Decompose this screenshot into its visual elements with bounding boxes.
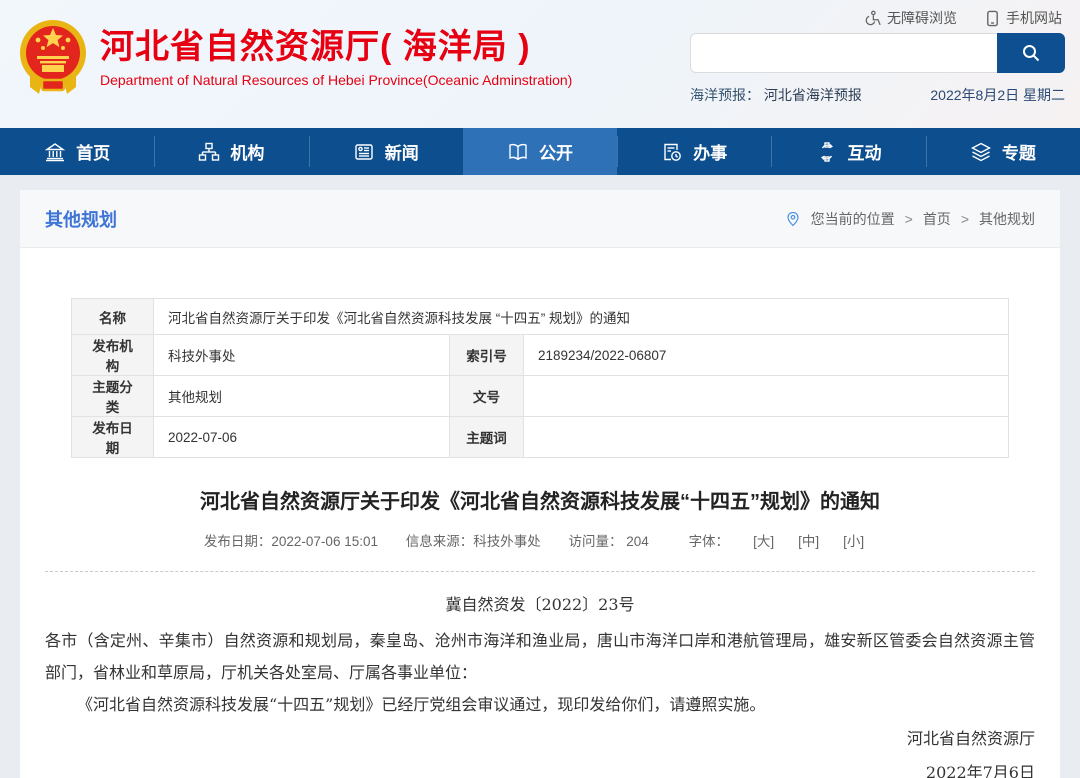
content-container: 其他规划 您当前的位置 > 首页 > 其他规划 名称 河北省自然资源厅关于印发《… [20, 190, 1060, 778]
location-pin-icon [785, 211, 801, 227]
font-size-medium-button[interactable]: [中] [798, 534, 819, 549]
publisher-value: 科技外事处 [154, 335, 450, 376]
breadcrumb-separator: > [961, 211, 969, 227]
layers-icon [970, 141, 992, 163]
table-row: 发布日期 2022-07-06 主题词 [72, 417, 1009, 458]
nav-label: 互动 [848, 139, 882, 164]
article-meta: 发布日期：2022-07-06 15:01 信息来源：科技外事处 访问量： 20… [20, 530, 1060, 550]
category-label: 主题分类 [72, 376, 154, 417]
site-header: 河北省自然资源厅( 海洋局 ) Department of Natural Re… [0, 0, 1080, 128]
accessibility-label: 无障碍浏览 [887, 8, 957, 28]
meta-source: 信息来源：科技外事处 [406, 534, 541, 549]
meta-font-label: 字体： [大] [中] [小] [677, 534, 877, 549]
china-national-emblem-logo [16, 18, 90, 98]
nav-label: 专题 [1002, 139, 1036, 164]
index-value: 2189234/2022-06807 [524, 335, 1009, 376]
pubdate-label: 发布日期 [72, 417, 154, 458]
quick-links: 无障碍浏览 手机网站 [864, 8, 1062, 28]
keywords-value [524, 417, 1009, 458]
category-value: 其他规划 [154, 376, 450, 417]
font-size-large-button[interactable]: [大] [753, 534, 774, 549]
breadcrumb-separator: > [905, 211, 913, 227]
document-clock-icon [661, 141, 683, 163]
mobile-site-link[interactable]: 手机网站 [985, 8, 1062, 28]
accessibility-link[interactable]: 无障碍浏览 [864, 8, 957, 28]
org-chart-icon [198, 141, 220, 163]
nav-item-interact[interactable]: 互动 [771, 128, 925, 175]
paragraph-body: 《河北省自然资源科技发展“十四五”规划》已经厅党组会审议通过，现印发给你们，请遵… [45, 689, 1035, 721]
mobile-phone-icon [985, 10, 1000, 27]
header-date: 2022年8月2日 星期二 [930, 85, 1065, 105]
paragraph-recipients: 各市（含定州、辛集市）自然资源和规划局，秦皇岛、沧州市海洋和渔业局，唐山市海洋口… [45, 625, 1035, 689]
docnum-label: 文号 [450, 376, 524, 417]
search-icon [1020, 42, 1042, 64]
search-button[interactable] [997, 33, 1065, 73]
name-value: 河北省自然资源厅关于印发《河北省自然资源科技发展 “十四五” 规划》的通知 [154, 299, 1009, 335]
site-subtitle: Department of Natural Resources of Hebei… [100, 72, 572, 88]
site-brand: 河北省自然资源厅( 海洋局 ) Department of Natural Re… [16, 18, 572, 98]
font-size-small-button[interactable]: [小] [843, 534, 864, 549]
nav-item-news[interactable]: 新闻 [309, 128, 463, 175]
page-title: 其他规划 [45, 206, 117, 232]
search-input[interactable] [690, 33, 997, 73]
nav-label: 公开 [539, 139, 573, 164]
nav-item-topics[interactable]: 专题 [926, 128, 1080, 175]
nav-label: 首页 [76, 139, 110, 164]
nav-item-public[interactable]: 公开 [463, 128, 617, 175]
font-size-label: 字体： [689, 534, 730, 549]
forecast-label: 海洋预报： [690, 87, 760, 103]
breadcrumb-home-link[interactable]: 首页 [923, 209, 951, 229]
ocean-forecast: 海洋预报： 河北省海洋预报 [690, 85, 862, 105]
signature-org: 河北省自然资源厅 [45, 723, 1035, 755]
search-bar [690, 33, 1065, 73]
document-number: 冀自然资发〔2022〕23号 [45, 589, 1035, 621]
brand-text: 河北省自然资源厅( 海洋局 ) Department of Natural Re… [100, 18, 572, 88]
pubdate-value: 2022-07-06 [154, 417, 450, 458]
signature-date: 2022年7月6日 [45, 757, 1035, 778]
breadcrumb-bar: 其他规划 您当前的位置 > 首页 > 其他规划 [20, 190, 1060, 248]
mobile-site-label: 手机网站 [1006, 8, 1062, 28]
nav-item-org[interactable]: 机构 [154, 128, 308, 175]
dashed-divider [45, 571, 1035, 572]
nav-label: 新闻 [385, 139, 419, 164]
table-row: 名称 河北省自然资源厅关于印发《河北省自然资源科技发展 “十四五” 规划》的通知 [72, 299, 1009, 335]
nav-item-home[interactable]: 首页 [0, 128, 154, 175]
publisher-label: 发布机构 [72, 335, 154, 376]
document-info-table: 名称 河北省自然资源厅关于印发《河北省自然资源科技发展 “十四五” 规划》的通知… [71, 298, 1009, 458]
nav-label: 办事 [693, 139, 727, 164]
accessibility-icon [864, 10, 881, 27]
nav-label: 机构 [230, 139, 264, 164]
breadcrumb: 您当前的位置 > 首页 > 其他规划 [785, 209, 1035, 229]
article-title: 河北省自然资源厅关于印发《河北省自然资源科技发展“十四五”规划》的通知 [20, 485, 1060, 514]
meta-visits: 访问量： 204 [569, 534, 649, 549]
breadcrumb-location-label: 您当前的位置 [811, 209, 895, 229]
header-subrow: 海洋预报： 河北省海洋预报 2022年8月2日 星期二 [690, 85, 1065, 105]
docnum-value [524, 376, 1009, 417]
name-label: 名称 [72, 299, 154, 335]
main-nav: 首页 机构 新闻 公开 办事 [0, 128, 1080, 175]
sync-arrows-icon [816, 141, 838, 163]
meta-publish-date: 发布日期：2022-07-06 15:01 [204, 534, 378, 549]
newspaper-icon [353, 141, 375, 163]
table-row: 主题分类 其他规划 文号 [72, 376, 1009, 417]
breadcrumb-current: 其他规划 [979, 209, 1035, 229]
keywords-label: 主题词 [450, 417, 524, 458]
bank-building-icon [44, 141, 66, 163]
document-body: 冀自然资发〔2022〕23号 各市（含定州、辛集市）自然资源和规划局，秦皇岛、沧… [20, 589, 1060, 778]
site-title: 河北省自然资源厅( 海洋局 ) [100, 28, 572, 66]
index-label: 索引号 [450, 335, 524, 376]
forecast-link[interactable]: 河北省海洋预报 [764, 87, 862, 103]
nav-item-services[interactable]: 办事 [617, 128, 771, 175]
table-row: 发布机构 科技外事处 索引号 2189234/2022-06807 [72, 335, 1009, 376]
open-book-icon [507, 141, 529, 163]
